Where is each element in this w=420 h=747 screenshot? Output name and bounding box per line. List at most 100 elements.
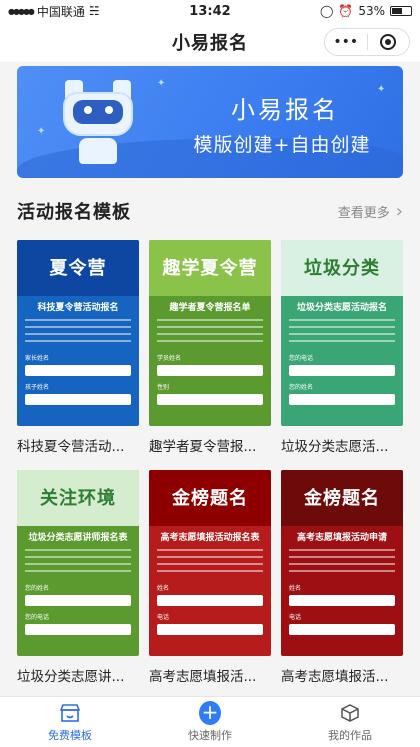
thumbnail-header-text: 金榜题名 xyxy=(304,488,380,509)
template-thumbnail: 关注环境 垃圾分类志愿讲师报名表 您的姓名 您的电话 xyxy=(17,470,139,656)
form-title: 高考志愿填报活动报名表 xyxy=(160,533,260,543)
template-card[interactable]: 夏令营 科技夏令营活动报名 家长姓名 孩子姓名 科技夏令营活动... xyxy=(17,240,139,455)
form-field-label: 电话 xyxy=(157,614,170,621)
form-title: 垃圾分类志愿活动报名 xyxy=(296,303,387,313)
clock: 13:42 xyxy=(189,3,231,19)
template-name: 高考志愿填报活... xyxy=(149,669,257,685)
store-icon xyxy=(59,702,81,724)
template-card[interactable]: 金榜题名 高考志愿填报活动报名表 姓名 电话 高考志愿填报活... xyxy=(149,470,271,685)
form-field-label: 电话 xyxy=(289,614,302,621)
template-name: 趣学者夏令营报... xyxy=(149,439,257,455)
form-description xyxy=(157,549,263,577)
signal-icon: ●●●●● xyxy=(8,6,35,16)
template-thumbnail: 垃圾分类 垃圾分类志愿活动报名 您的电话 您的姓名 xyxy=(281,240,403,426)
tab-free-templates[interactable]: 免费模板 xyxy=(0,697,140,747)
form-field-input xyxy=(25,624,131,635)
template-card[interactable]: 垃圾分类 垃圾分类志愿活动报名 您的电话 您的姓名 垃圾分类志愿活... xyxy=(281,240,403,455)
form-title: 科技夏令营活动报名 xyxy=(37,303,119,313)
form-field-input xyxy=(289,595,395,606)
section-title: 活动报名模板 xyxy=(17,202,131,223)
tab-label: 免费模板 xyxy=(48,728,92,742)
form-description xyxy=(289,549,395,577)
status-left: ●●●●● 中国联通 ☵ xyxy=(8,3,158,20)
promo-banner[interactable]: ✦ ✦ ✦ 小易报名 模版创建+自由创建 xyxy=(17,66,403,178)
chevron-right-icon: › xyxy=(395,200,403,222)
thumbnail-header: 金榜题名 xyxy=(281,470,403,526)
form-field-input xyxy=(157,624,263,635)
form-field-label: 家长姓名 xyxy=(25,355,50,362)
form-title: 垃圾分类志愿讲师报名表 xyxy=(28,533,128,543)
form-field-input xyxy=(157,394,263,405)
battery-percent: 53% xyxy=(358,4,385,18)
template-name: 垃圾分类志愿活... xyxy=(281,439,389,455)
lock-rotation-icon: ◯ xyxy=(319,4,334,18)
carrier-label: 中国联通 xyxy=(36,4,85,19)
template-card[interactable]: 关注环境 垃圾分类志愿讲师报名表 您的姓名 您的电话 垃圾分类志愿讲... xyxy=(17,470,139,685)
page-title: 小易报名 xyxy=(172,33,248,54)
thumbnail-header: 趣学夏令营 xyxy=(149,240,271,296)
close-target-icon[interactable] xyxy=(368,34,410,50)
banner-title: 小易报名 xyxy=(231,96,339,124)
wifi-icon: ☵ xyxy=(88,4,100,18)
template-thumbnail: 金榜题名 高考志愿填报活动申请 姓名 电话 xyxy=(281,470,403,656)
form-field-input xyxy=(157,595,263,606)
template-thumbnail: 夏令营 科技夏令营活动报名 家长姓名 孩子姓名 xyxy=(17,240,139,426)
template-name: 垃圾分类志愿讲... xyxy=(17,669,125,685)
template-thumbnail: 金榜题名 高考志愿填报活动报名表 姓名 电话 xyxy=(149,470,271,656)
tab-quick-create[interactable]: + 快速制作 xyxy=(140,697,280,747)
thumbnail-header: 金榜题名 xyxy=(149,470,271,526)
status-right: ◯ ⏰ 53% xyxy=(262,4,412,18)
form-field-input xyxy=(289,624,395,635)
thumbnail-form: 垃圾分类志愿活动报名 您的电话 您的姓名 xyxy=(281,296,403,405)
template-name: 科技夏令营活动... xyxy=(17,439,125,455)
form-field-label: 性别 xyxy=(157,384,170,391)
tab-label: 我的作品 xyxy=(328,728,372,742)
battery-icon xyxy=(390,6,412,16)
thumbnail-header: 关注环境 xyxy=(17,470,139,526)
see-more-label: 查看更多 xyxy=(337,205,390,221)
template-card[interactable]: 金榜题名 高考志愿填报活动申请 姓名 电话 高考志愿填报活... xyxy=(281,470,403,685)
tab-my-works[interactable]: 我的作品 xyxy=(280,697,420,747)
form-field-label: 姓名 xyxy=(157,585,170,592)
form-field-label: 您的电话 xyxy=(289,355,314,362)
form-field-input xyxy=(25,365,131,376)
status-bar: ●●●●● 中国联通 ☵ 13:42 ◯ ⏰ 53% xyxy=(0,0,420,22)
section-header: 活动报名模板 查看更多 › xyxy=(17,196,403,226)
thumbnail-form: 科技夏令营活动报名 家长姓名 孩子姓名 xyxy=(17,296,139,405)
more-dots-icon[interactable]: ••• xyxy=(325,34,367,50)
sparkle-icon: ✦ xyxy=(157,78,166,89)
thumbnail-form: 垃圾分类志愿讲师报名表 您的姓名 您的电话 xyxy=(17,526,139,635)
form-field-label: 姓名 xyxy=(289,585,302,592)
form-field-label: 您的电话 xyxy=(25,614,50,621)
form-field-label: 孩子姓名 xyxy=(25,384,50,391)
tab-label: 快速制作 xyxy=(188,728,232,742)
thumbnail-header-text: 趣学夏令营 xyxy=(162,258,258,279)
form-description xyxy=(289,319,395,347)
thumbnail-form: 高考志愿填报活动申请 姓名 电话 xyxy=(281,526,403,635)
form-field-label: 您的姓名 xyxy=(25,585,50,592)
nav-bar: 小易报名 ••• xyxy=(0,22,420,62)
alarm-icon: ⏰ xyxy=(338,4,354,18)
mini-program-capsule: ••• xyxy=(324,28,410,56)
form-field-input xyxy=(25,394,131,405)
template-card[interactable]: 趣学夏令营 趣学者夏令营报名单 学员姓名 性别 趣学者夏令营报... xyxy=(149,240,271,455)
thumbnail-header-text: 关注环境 xyxy=(40,488,116,509)
form-field-input xyxy=(25,595,131,606)
form-description xyxy=(25,549,131,577)
thumbnail-header-text: 金榜题名 xyxy=(172,488,248,509)
sparkle-icon: ✦ xyxy=(37,126,46,137)
thumbnail-form: 高考志愿填报活动报名表 姓名 电话 xyxy=(149,526,271,635)
form-title: 高考志愿填报活动申请 xyxy=(296,533,387,543)
form-field-label: 学员姓名 xyxy=(157,355,182,362)
form-field-input xyxy=(289,394,395,405)
thumbnail-header: 夏令营 xyxy=(17,240,139,296)
box-icon xyxy=(339,702,361,724)
sparkle-icon: ✦ xyxy=(377,84,386,95)
see-more-link[interactable]: 查看更多 › xyxy=(338,201,403,222)
form-description xyxy=(157,319,263,347)
form-field-label: 您的姓名 xyxy=(289,384,314,391)
form-field-input xyxy=(157,365,263,376)
form-description xyxy=(25,319,131,347)
thumbnail-form: 趣学者夏令营报名单 学员姓名 性别 xyxy=(149,296,271,405)
tab-bar: 免费模板 + 快速制作 我的作品 xyxy=(0,696,420,747)
